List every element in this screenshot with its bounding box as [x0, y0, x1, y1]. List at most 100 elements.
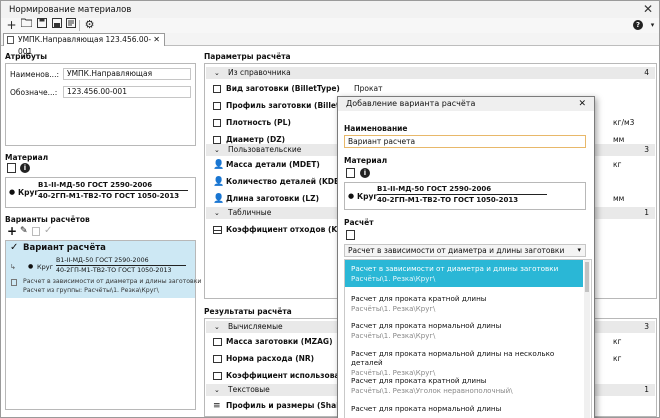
dropdown-scrollbar[interactable]	[584, 260, 590, 418]
calc-dropdown-list: Расчет в зависимости от диаметра и длины…	[344, 259, 592, 418]
variant-bottom: 40-2ГП-М1-ТВ2-ТО ГОСТ 1050-2013	[56, 267, 172, 274]
add-icon[interactable]: +	[5, 18, 18, 32]
variant-fraction-line	[56, 265, 186, 266]
help-dropdown-icon[interactable]: ▾	[646, 18, 659, 32]
edit-pencil-icon[interactable]: ✎	[20, 226, 28, 236]
option-title: Расчет для проката нормальной длины	[351, 404, 502, 413]
attributes-panel: Наименов...: УМПК.Направляющая Обозначе.…	[5, 63, 196, 146]
calc-icon	[213, 372, 222, 380]
calc-option-selected[interactable]: Расчет в зависимости от диаметра и длины…	[345, 260, 583, 287]
param-unit: кг	[613, 160, 622, 169]
calc-option[interactable]: Расчет для проката кратной длины Расчёты…	[345, 372, 581, 399]
dialog-title: Добавление варианта расчёта	[346, 99, 476, 108]
params-heading: Параметры расчёта	[204, 52, 291, 61]
group-text-label: Текстовые	[228, 385, 270, 394]
pick-material-icon[interactable]	[7, 163, 16, 173]
bullet-icon: ●	[9, 188, 16, 196]
material-top: В1-II-МД-50 ГОСТ 2590-2006	[38, 181, 153, 189]
collapse-icon[interactable]: ⌄	[214, 144, 220, 156]
dialog-close-icon[interactable]: ✕	[578, 97, 586, 111]
help-icon[interactable]: ?	[633, 20, 643, 30]
fraction-line	[38, 190, 188, 191]
designation-label: Обозначе...:	[10, 88, 58, 97]
variants-heading: Варианты расчётов	[5, 215, 90, 224]
save-as-icon[interactable]	[50, 18, 63, 32]
calc-icon	[213, 355, 222, 363]
param-row-billet-type[interactable]: Вид заготовки (BilletType) Прокат	[213, 81, 653, 97]
dialog-pick-calc-icon[interactable]	[346, 230, 355, 240]
variant-title: Вариант расчёта	[23, 243, 106, 253]
tab-document[interactable]: УМПК.Направляющая 123.456.00-001 ✕	[3, 33, 165, 56]
scrollbar-thumb[interactable]	[585, 262, 589, 292]
dialog-fraction-line	[377, 194, 547, 195]
settings-gear-icon[interactable]: ⚙	[83, 18, 96, 32]
collapse-icon[interactable]: ⌄	[214, 207, 220, 219]
group-user-label: Пользовательские	[228, 145, 302, 154]
delete-icon[interactable]	[32, 227, 40, 236]
dialog-calc-label: Расчёт	[344, 218, 374, 227]
name-label: Наименов...:	[10, 70, 59, 79]
calc-option[interactable]: Расчет для проката нормальной длины	[345, 400, 581, 418]
document-icon	[7, 36, 14, 44]
material-panel: ● Круг В1-II-МД-50 ГОСТ 2590-2006 40-2ГП…	[5, 177, 196, 208]
result-label: Норма расхода (NR)	[226, 354, 315, 363]
option-title: Расчет для проката нормальной длины на н…	[351, 349, 555, 367]
calc-select[interactable]: Расчет в зависимости от диаметра и длины…	[344, 244, 586, 257]
calc-option[interactable]: Расчет для проката нормальной длины Расч…	[345, 317, 581, 344]
variant-fraction: В1-II-МД-50 ГОСТ 2590-2006 40-2ГП-М1-ТВ2…	[56, 257, 186, 274]
variant-desc: Расчет в зависимости от диаметра и длины…	[23, 278, 202, 285]
param-ref-icon	[213, 85, 221, 93]
group-user-count: 3	[644, 145, 649, 154]
collapse-icon[interactable]: ⌄	[214, 321, 220, 333]
variant-group: Расчет из группы: Расчёты\1. Резка\Круг\	[23, 287, 159, 294]
calc-option[interactable]: Расчет для проката нормальной длины на н…	[345, 345, 581, 377]
dialog-pick-material-icon[interactable]	[346, 168, 355, 178]
option-title: Расчет для проката кратной длины	[351, 294, 487, 303]
param-label: Вид заготовки (BilletType)	[226, 84, 340, 93]
option-path: Расчёты\1. Резка\Круг\	[351, 332, 436, 340]
apply-check-icon[interactable]: ✓	[44, 225, 52, 236]
save-icon[interactable]	[35, 18, 48, 32]
open-folder-icon[interactable]	[20, 18, 33, 32]
toolbar-divider	[79, 20, 80, 31]
variant-item[interactable]: ✓ Вариант расчёта ↳ ● Круг В1-II-МД-50 Г…	[6, 241, 201, 298]
window-close-icon[interactable]: ✕	[643, 2, 653, 16]
variant-top: В1-II-МД-50 ГОСТ 2590-2006	[56, 257, 149, 264]
param-label: Коэффициент отходов (KN)	[226, 225, 347, 234]
param-unit: мм	[613, 194, 625, 203]
calc-option[interactable]: Расчет для проката кратной длины Расчёты…	[345, 290, 581, 317]
option-path: Расчёты\1. Резка\Уголок неравнополочный\	[351, 387, 513, 395]
param-label: Количество деталей (KDET)	[226, 177, 348, 186]
info-icon[interactable]: i	[20, 163, 30, 173]
variant-link-icon: ↳	[10, 263, 16, 271]
group-reference-count: 4	[644, 68, 649, 77]
group-computed-label: Вычисляемые	[228, 322, 283, 331]
attributes-heading: Атрибуты	[5, 52, 48, 61]
add-variant-icon[interactable]: +	[7, 224, 17, 238]
group-computed-count: 3	[644, 322, 649, 331]
option-path: Расчёты\1. Резка\Круг\	[351, 275, 436, 283]
calc-select-value: Расчет в зависимости от диаметра и длины…	[348, 246, 565, 255]
collapse-icon[interactable]: ⌄	[214, 67, 220, 79]
group-reference[interactable]: ⌄ Из справочника 4	[206, 67, 655, 79]
option-path: Расчёты\1. Резка\Круг\	[351, 305, 436, 313]
material-shape: Круг	[18, 188, 39, 197]
dialog-material-label: Материал	[344, 156, 388, 165]
dialog-name-field[interactable]: Вариант расчета	[344, 135, 586, 148]
variant-check-icon: ✓	[10, 242, 19, 253]
group-tabular-label: Табличные	[228, 208, 272, 217]
main-window: Нормирование материалов ✕ + ⚙ ? ▾ УМПК.Н…	[0, 0, 660, 418]
param-ref-icon	[213, 119, 221, 127]
designation-field[interactable]: 123.456.00-001	[63, 86, 191, 98]
variant-doc-icon	[11, 279, 17, 286]
chevron-down-icon[interactable]: ▾	[577, 245, 581, 256]
param-value[interactable]: Прокат	[354, 81, 382, 97]
name-field[interactable]: УМПК.Направляющая	[63, 68, 191, 80]
toolbar: + ⚙ ? ▾	[1, 18, 659, 33]
print-icon[interactable]	[64, 18, 77, 32]
collapse-icon[interactable]: ⌄	[214, 384, 220, 396]
dialog-info-icon[interactable]: i	[360, 168, 370, 178]
tab-close-icon[interactable]: ✕	[153, 34, 160, 46]
document-tabs: УМПК.Направляющая 123.456.00-001 ✕	[1, 33, 659, 56]
param-ref-icon	[213, 102, 221, 110]
